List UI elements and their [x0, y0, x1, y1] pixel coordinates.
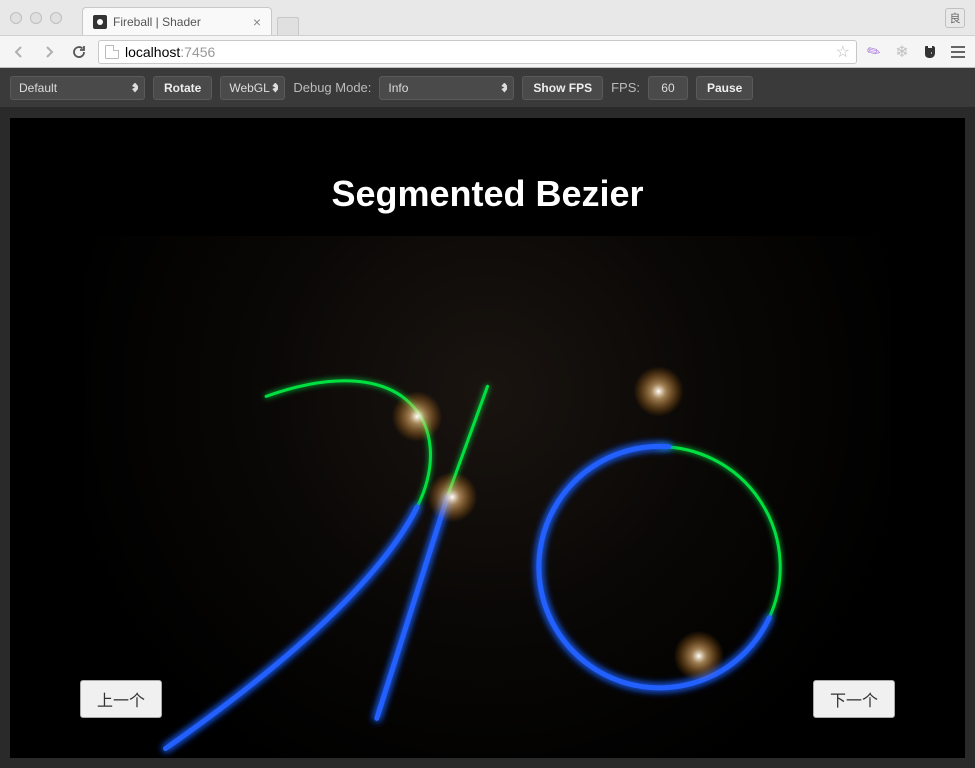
window-titlebar: Fireball | Shader × 良: [0, 0, 975, 36]
pause-button[interactable]: Pause: [696, 76, 753, 100]
scene-title: Segmented Bezier: [10, 173, 965, 215]
loglevel-select-value: Info: [388, 81, 408, 95]
tab-title: Fireball | Shader: [113, 15, 201, 29]
back-button[interactable]: [8, 41, 30, 63]
window-zoom-button[interactable]: [50, 12, 62, 24]
next-button-label: 下一个: [830, 693, 878, 710]
loglevel-select[interactable]: Info: [379, 76, 514, 100]
prev-button-label: 上一个: [97, 693, 145, 710]
arrow-right-icon: [42, 45, 56, 59]
renderer-select-value: WebGL: [229, 81, 269, 95]
rotate-button[interactable]: Rotate: [153, 76, 212, 100]
next-button[interactable]: 下一个: [813, 680, 895, 718]
close-tab-icon[interactable]: ×: [253, 14, 261, 30]
url-text: localhost:7456: [125, 44, 215, 60]
page-icon: [105, 45, 119, 59]
renderer-select[interactable]: WebGL: [220, 76, 285, 100]
pause-button-label: Pause: [707, 81, 742, 95]
fps-input[interactable]: [648, 76, 688, 100]
url-port: :7456: [180, 44, 215, 60]
rotate-button-label: Rotate: [164, 81, 201, 95]
show-fps-button[interactable]: Show FPS: [522, 76, 603, 100]
canvas-area: Segmented Bezier: [10, 118, 965, 758]
app-content: Default Rotate WebGL Debug Mode: Info Sh…: [0, 68, 975, 768]
browser-toolbar: localhost:7456 ☆ ✎ ❄: [0, 36, 975, 68]
scene-select-value: Default: [19, 81, 57, 95]
profile-button[interactable]: 良: [945, 8, 965, 28]
fireball-favicon-icon: [93, 15, 107, 29]
browser-tab-active[interactable]: Fireball | Shader ×: [82, 7, 272, 35]
traffic-lights: [10, 12, 62, 24]
prev-button[interactable]: 上一个: [80, 680, 162, 718]
nav-buttons: 上一个 下一个: [10, 680, 965, 718]
dev-toolbar: Default Rotate WebGL Debug Mode: Info Sh…: [0, 68, 975, 108]
fps-label: FPS:: [611, 80, 640, 95]
feather-extension-icon[interactable]: ✎: [862, 39, 887, 64]
address-bar[interactable]: localhost:7456 ☆: [98, 40, 857, 64]
new-tab-button[interactable]: [277, 17, 299, 35]
bookmark-star-icon[interactable]: ☆: [836, 42, 850, 62]
url-host: localhost: [125, 44, 180, 60]
extension-icons: ✎ ❄: [865, 43, 967, 61]
show-fps-button-label: Show FPS: [533, 81, 592, 95]
browser-tabs: Fireball | Shader ×: [82, 0, 299, 35]
hamburger-menu-icon[interactable]: [949, 43, 967, 61]
evernote-extension-icon[interactable]: [921, 43, 939, 61]
forward-button[interactable]: [38, 41, 60, 63]
gear-extension-icon[interactable]: ❄: [893, 43, 911, 61]
reload-button[interactable]: [68, 41, 90, 63]
window-minimize-button[interactable]: [30, 12, 42, 24]
scene-select[interactable]: Default: [10, 76, 145, 100]
window-close-button[interactable]: [10, 12, 22, 24]
arrow-left-icon: [12, 45, 26, 59]
debug-mode-label: Debug Mode:: [293, 80, 371, 95]
reload-icon: [71, 44, 87, 60]
